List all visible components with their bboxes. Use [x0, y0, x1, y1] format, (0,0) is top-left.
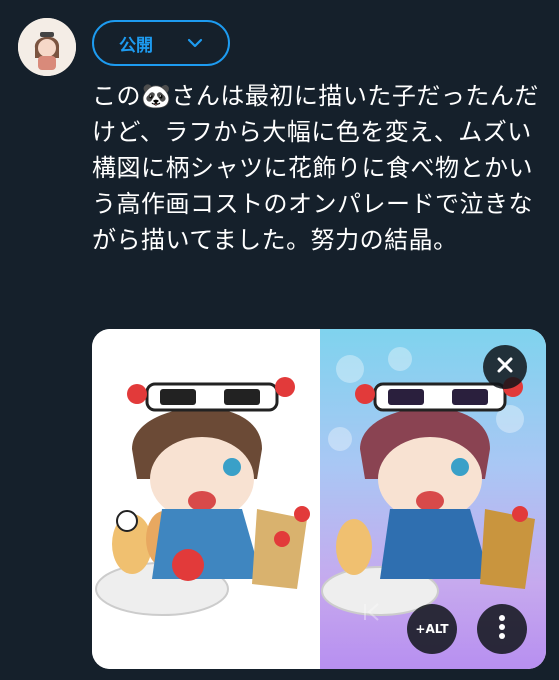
tweet-text[interactable]: この🐼さんは最初に描いた子だったんだけど、ラフから大幅に色を変え、ムズい構図に柄…	[92, 78, 544, 258]
audience-label: 公開	[119, 35, 153, 56]
more-vertical-icon	[498, 614, 506, 644]
alt-text-button[interactable]: +ALT	[407, 604, 457, 654]
chevron-down-icon	[187, 38, 203, 48]
avatar-image	[18, 18, 76, 76]
close-icon	[496, 356, 514, 378]
media-more-button[interactable]	[477, 604, 527, 654]
avatar[interactable]	[18, 18, 76, 76]
media-attachments	[92, 329, 546, 669]
alt-label: +ALT	[415, 622, 449, 636]
attached-image-1[interactable]	[92, 329, 318, 669]
audience-button[interactable]: 公開	[92, 20, 230, 66]
previous-icon[interactable]	[360, 600, 384, 624]
remove-media-button[interactable]	[483, 345, 527, 389]
